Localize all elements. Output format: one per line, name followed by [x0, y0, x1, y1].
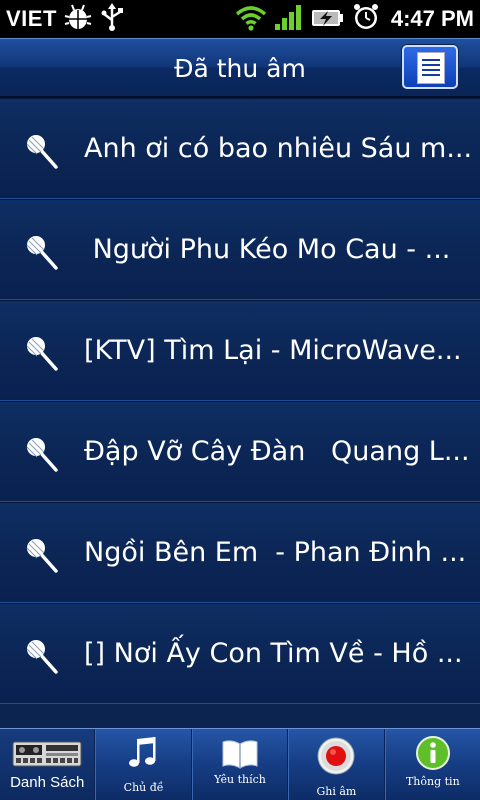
- recording-title: [] Nơi Ấy Con Tìm Về - Hồ ...: [84, 638, 463, 669]
- signal-icon: [273, 2, 305, 36]
- list-item[interactable]: [KTV] Tìm Lại - MicroWave...: [0, 300, 480, 401]
- battery-charging-icon: [311, 2, 345, 36]
- usb-icon: [99, 2, 125, 36]
- tab-ghi-am[interactable]: Ghi âm: [288, 729, 385, 800]
- carrier-name: VIET: [6, 6, 57, 31]
- microphone-icon: [24, 535, 64, 575]
- tab-danh-sach[interactable]: Danh Sách: [0, 729, 96, 800]
- microphone-icon: [24, 636, 64, 676]
- recording-title: Anh ơi có bao nhiêu Sáu m...: [84, 133, 473, 164]
- microphone-icon: [24, 434, 64, 474]
- microphone-icon: [24, 131, 64, 171]
- recording-title: [KTV] Tìm Lại - MicroWave...: [84, 335, 462, 366]
- tab-chu-de[interactable]: Chủ đề: [95, 729, 192, 800]
- recording-title: Ngồi Bên Em - Phan Đinh ...: [84, 537, 467, 568]
- status-bar: VIET 4:47 PM: [0, 0, 480, 38]
- list-item[interactable]: Ngồi Bên Em - Phan Đinh ...: [0, 502, 480, 603]
- recording-title: Người Phu Kéo Mo Cau - ...: [84, 234, 451, 265]
- tab-label: Danh Sách: [10, 774, 85, 791]
- list-item[interactable]: Người Phu Kéo Mo Cau - ...: [0, 199, 480, 300]
- list-document-icon: [417, 52, 445, 84]
- list-item[interactable]: [] Nơi Ấy Con Tìm Về - Hồ ...: [0, 603, 480, 704]
- recordings-list: Anh ơi có bao nhiêu Sáu m... Người Phu K…: [0, 98, 480, 728]
- recording-title: Đập Vỡ Cây Đàn Quang L...: [84, 436, 470, 467]
- list-item[interactable]: Đập Vỡ Cây Đàn Quang L...: [0, 401, 480, 502]
- title-bar: Đã thu âm: [0, 38, 480, 98]
- list-item[interactable]: Anh ơi có bao nhiêu Sáu m...: [0, 98, 480, 199]
- alarm-icon: [351, 2, 381, 36]
- tab-label: Thông tin: [405, 775, 460, 788]
- bottom-tab-bar: Danh Sách Chủ đề Yêu thích Ghi âm Thông …: [0, 728, 480, 800]
- tab-thong-tin[interactable]: Thông tin: [384, 729, 480, 800]
- android-debug-icon: [63, 2, 93, 36]
- tab-yeu-thich[interactable]: Yêu thích: [191, 729, 289, 800]
- open-book-icon: [221, 738, 259, 774]
- cassette-deck-icon: [12, 739, 82, 773]
- list-menu-button[interactable]: [402, 45, 458, 89]
- tab-label: Yêu thích: [214, 773, 266, 786]
- record-icon: [316, 736, 356, 780]
- microphone-icon: [24, 333, 64, 373]
- tab-label: Ghi âm: [316, 785, 357, 798]
- tab-label: Chủ đề: [123, 781, 164, 794]
- status-clock: 4:47 PM: [390, 6, 474, 31]
- microphone-icon: [24, 232, 64, 272]
- wifi-icon: [235, 2, 267, 36]
- info-icon: [415, 735, 451, 775]
- music-note-icon: [126, 735, 162, 775]
